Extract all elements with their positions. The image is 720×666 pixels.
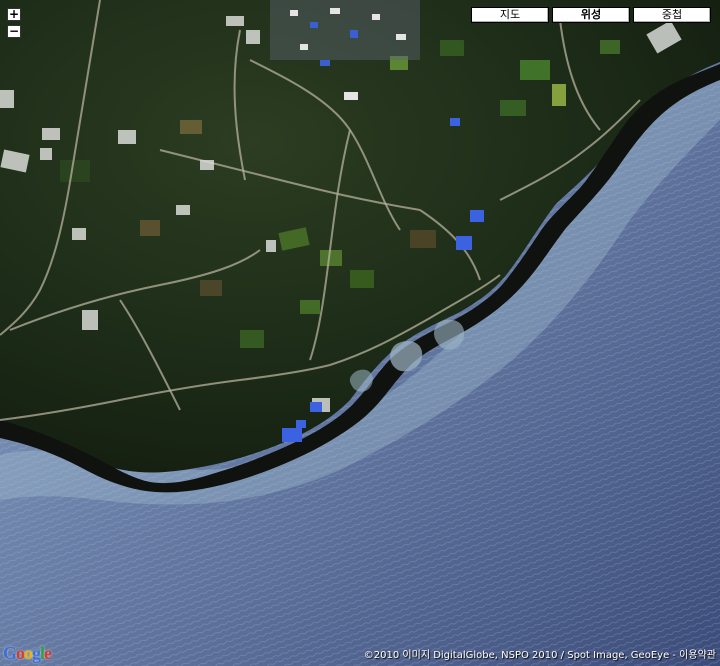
logo-letter: o [16, 643, 25, 663]
satellite-map[interactable]: + − 지도 위성 중첩 Google ©2010 이미지 DigitalGlo… [0, 0, 720, 666]
logo-letter: e [44, 643, 52, 663]
zoom-out-button[interactable]: − [7, 25, 21, 38]
map-type-satellite-button[interactable]: 위성 [552, 7, 630, 23]
satellite-imagery[interactable] [0, 0, 720, 666]
map-type-hybrid-button[interactable]: 중첩 [633, 7, 711, 23]
logo-letter: G [3, 643, 17, 663]
logo-letter: o [24, 643, 33, 663]
copyright-attribution: ©2010 이미지 DigitalGlobe, NSPO 2010 / Spot… [363, 650, 716, 661]
google-logo[interactable]: Google [3, 643, 52, 663]
map-type-map-button[interactable]: 지도 [471, 7, 549, 23]
logo-letter: g [32, 643, 41, 663]
zoom-in-button[interactable]: + [7, 8, 21, 21]
